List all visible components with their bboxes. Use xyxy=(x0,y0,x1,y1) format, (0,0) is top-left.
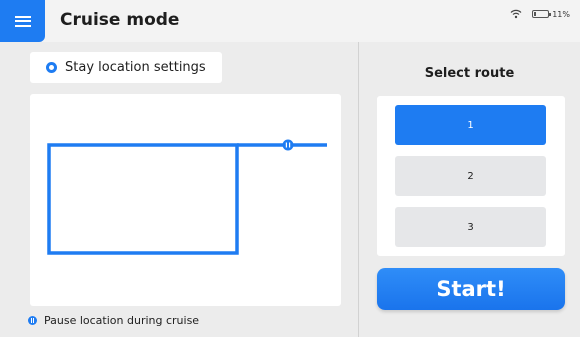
pause-location-marker[interactable] xyxy=(282,139,294,151)
header-bar: Cruise mode 11% xyxy=(0,0,580,42)
legend-label: Pause location during cruise xyxy=(44,314,200,327)
route-button-1[interactable]: 1 xyxy=(395,105,546,145)
route-button-2[interactable]: 2 xyxy=(395,156,546,196)
pause-icon xyxy=(28,316,37,325)
battery-percent: 11% xyxy=(552,9,570,19)
menu-icon xyxy=(14,15,31,27)
battery-status: 11% xyxy=(532,10,570,19)
route-button-3[interactable]: 3 xyxy=(395,207,546,247)
panel-divider xyxy=(358,42,359,337)
menu-button[interactable] xyxy=(0,0,45,42)
route-map-drawing xyxy=(47,139,327,255)
route-list: 1 2 3 xyxy=(377,96,565,256)
stay-location-settings-label: Stay location settings xyxy=(65,60,206,75)
battery-level xyxy=(534,12,536,16)
route-path-loop xyxy=(47,143,239,255)
settings-dot-icon xyxy=(46,62,57,73)
route-map[interactable] xyxy=(30,94,341,306)
start-button[interactable]: Start! xyxy=(377,268,565,310)
stay-location-settings-button[interactable]: Stay location settings xyxy=(30,52,222,83)
battery-icon xyxy=(532,10,552,18)
wifi-icon xyxy=(510,9,522,19)
select-route-title: Select route xyxy=(424,66,515,81)
page-title: Cruise mode xyxy=(60,10,180,30)
legend: Pause location during cruise xyxy=(28,314,199,327)
status-bar: 11% xyxy=(510,9,570,19)
